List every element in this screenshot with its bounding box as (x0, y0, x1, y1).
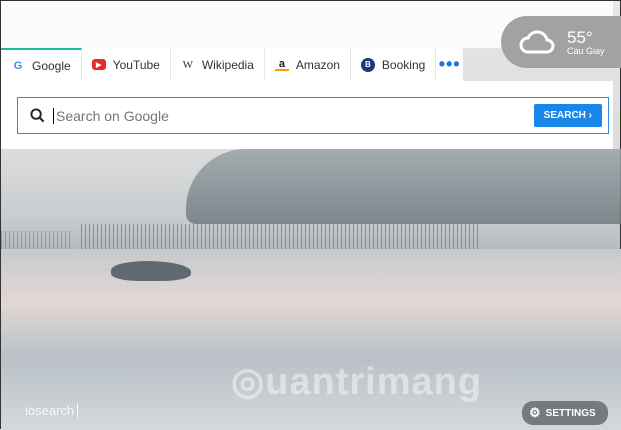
search-box: SEARCH › (17, 97, 609, 134)
search-button[interactable]: SEARCH › (533, 104, 602, 127)
search-icon (30, 108, 45, 123)
tab-youtube[interactable]: ▶ YouTube (82, 48, 171, 81)
tab-wikipedia[interactable]: W Wikipedia (171, 48, 265, 81)
wikipedia-icon: W (182, 58, 194, 71)
tab-label: YouTube (112, 57, 160, 72)
reeds (81, 224, 481, 252)
settings-label: SETTINGS (545, 407, 596, 419)
settings-button[interactable]: ⚙ SETTINGS (522, 401, 608, 425)
search-engine-tabs: G Google ▶ YouTube W Wikipedia a Amazon B Boo… (1, 48, 463, 81)
weather-location: Cau Giay (567, 45, 605, 56)
search-input[interactable] (53, 107, 534, 124)
tab-label: Amazon (295, 57, 340, 72)
tab-google[interactable]: G Google (1, 48, 82, 81)
tab-label: Google (32, 58, 71, 73)
more-tabs-button[interactable]: ••• (436, 48, 463, 81)
weather-widget[interactable]: 55° Cau Giay (501, 16, 621, 68)
brand-logo: iosearch (25, 403, 79, 418)
youtube-icon: ▶ (91, 59, 106, 70)
tab-booking[interactable]: B Booking (351, 48, 437, 81)
booking-icon: B (360, 57, 375, 72)
amazon-icon: a (274, 58, 289, 71)
watermark-logo: ◎uantrimang (231, 361, 483, 403)
tab-label: Wikipedia (201, 57, 254, 72)
gear-icon: ⚙ (529, 405, 541, 420)
tab-amazon[interactable]: a Amazon (265, 48, 351, 81)
forest (186, 149, 621, 224)
rock (111, 261, 191, 281)
temperature: 55° (567, 27, 593, 47)
search-area: SEARCH › (1, 81, 613, 149)
tab-label: Booking (381, 57, 426, 72)
google-icon: G (13, 59, 23, 72)
cloud-icon (519, 29, 555, 55)
reeds (1, 231, 71, 249)
